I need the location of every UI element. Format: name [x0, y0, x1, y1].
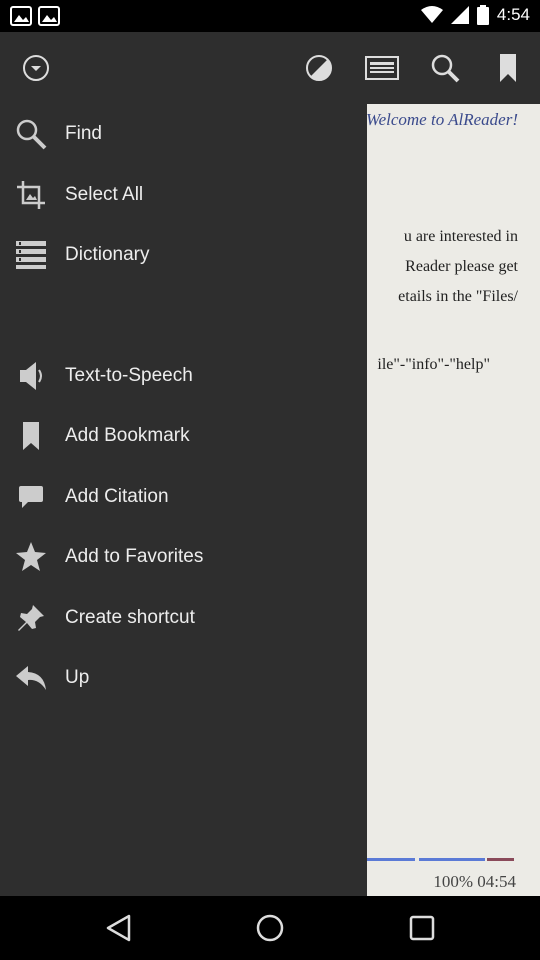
comment-icon: [13, 479, 49, 515]
wifi-icon: [420, 6, 443, 24]
battery-icon: [476, 5, 489, 25]
menu-item-create-shortcut[interactable]: Create shortcut: [0, 588, 367, 648]
chevron-down-circle-icon[interactable]: [16, 48, 56, 88]
page-text-line: u are interested in: [403, 228, 518, 245]
menu-item-label: Add to Favorites: [65, 546, 204, 567]
contrast-icon[interactable]: [299, 48, 339, 88]
back-icon[interactable]: [98, 908, 138, 948]
page-footer: 100% 04:54: [433, 872, 516, 891]
reader-toolbar: [0, 32, 540, 104]
menu-item-label: Create shortcut: [65, 607, 195, 628]
menu-item-add-to-favorites[interactable]: Add to Favorites: [0, 527, 367, 587]
article-icon[interactable]: [362, 48, 402, 88]
navigation-bar: [0, 896, 540, 960]
menu-item-add-bookmark[interactable]: Add Bookmark: [0, 406, 367, 466]
side-drawer-menu: Find Select All Dictionary Text-to-Speec…: [0, 104, 367, 896]
page-title: Welcome to AlReader!: [365, 110, 518, 129]
menu-item-find[interactable]: Find: [0, 104, 367, 164]
star-icon: [13, 539, 49, 575]
page-text-line: ile"-"info"-"help": [377, 356, 490, 373]
speaker-icon: [13, 358, 49, 394]
crop-icon: [13, 177, 49, 213]
bookmark-icon: [13, 418, 49, 454]
menu-item-label: Add Citation: [65, 486, 169, 507]
image-icon: [38, 6, 60, 26]
reply-icon: [13, 660, 49, 696]
pin-icon: [13, 600, 49, 636]
menu-item-dictionary[interactable]: Dictionary: [0, 225, 367, 285]
menu-item-add-citation[interactable]: Add Citation: [0, 467, 367, 527]
status-time: 4:54: [496, 5, 530, 24]
menu-item-select-all[interactable]: Select All: [0, 165, 367, 225]
menu-item-label: Find: [65, 123, 102, 144]
search-icon: [13, 116, 49, 152]
menu-item-label: Text-to-Speech: [65, 365, 193, 386]
status-bar: 4:54: [0, 0, 540, 32]
search-icon[interactable]: [425, 48, 465, 88]
menu-item-label: Dictionary: [65, 244, 150, 265]
menu-item-label: Select All: [65, 184, 144, 205]
menu-item-label: Add Bookmark: [65, 425, 190, 446]
image-icon: [10, 6, 32, 26]
bookmark-icon[interactable]: [488, 48, 528, 88]
home-icon[interactable]: [250, 908, 290, 948]
page-text-line: Reader please get: [405, 258, 518, 275]
menu-item-up[interactable]: Up: [0, 648, 367, 708]
recents-icon[interactable]: [402, 908, 442, 948]
signal-icon: [450, 6, 469, 24]
menu-item-label: Up: [65, 667, 90, 688]
menu-item-text-to-speech[interactable]: Text-to-Speech: [0, 346, 367, 406]
page-text-line: etails in the "Files/: [398, 288, 518, 305]
list-icon: [13, 237, 49, 273]
